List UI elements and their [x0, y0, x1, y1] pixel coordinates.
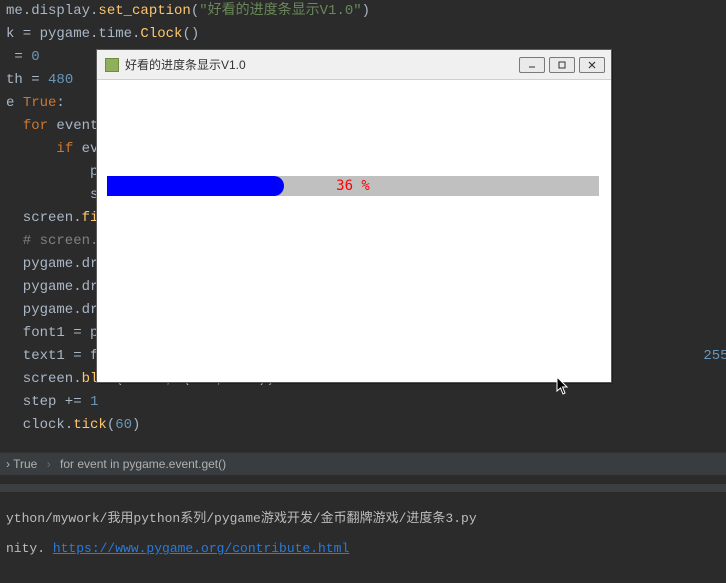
window-title: 好看的进度条显示V1.0: [125, 56, 515, 73]
app-icon: [105, 58, 119, 72]
breadcrumb-item[interactable]: for event in pygame.event.get(): [60, 457, 226, 471]
console-line: nity. https://www.pygame.org/contribute.…: [6, 534, 720, 564]
minimize-button[interactable]: [519, 57, 545, 73]
close-button[interactable]: [579, 57, 605, 73]
code-line: clock.tick(60): [6, 414, 720, 437]
console-panel[interactable]: ython/mywork/我用python系列/pygame游戏开发/金币翻牌游…: [0, 484, 726, 583]
console-link[interactable]: https://www.pygame.org/contribute.html: [53, 541, 349, 556]
window-titlebar[interactable]: 好看的进度条显示V1.0: [97, 50, 611, 80]
pygame-client-area: 36 %: [97, 80, 611, 382]
breadcrumb-chevron-icon: ›: [6, 457, 10, 471]
maximize-button[interactable]: [549, 57, 575, 73]
console-path: ython/mywork/我用python系列/pygame游戏开发/金币翻牌游…: [6, 504, 720, 534]
code-line: step += 1: [6, 391, 720, 414]
progress-bar-cap: [264, 176, 284, 196]
code-line: k = pygame.time.Clock(): [6, 23, 720, 46]
breadcrumb-item[interactable]: True: [13, 457, 37, 471]
progress-bar-fill: [107, 176, 264, 196]
code-line: me.display.set_caption("好看的进度条显示V1.0"): [6, 0, 720, 23]
pygame-window[interactable]: 好看的进度条显示V1.0 36 %: [96, 49, 612, 383]
breadcrumb[interactable]: › True › for event in pygame.event.get(): [0, 452, 726, 475]
progress-bar-track: 36 %: [107, 176, 599, 196]
breadcrumb-chevron-icon: ›: [47, 457, 51, 471]
